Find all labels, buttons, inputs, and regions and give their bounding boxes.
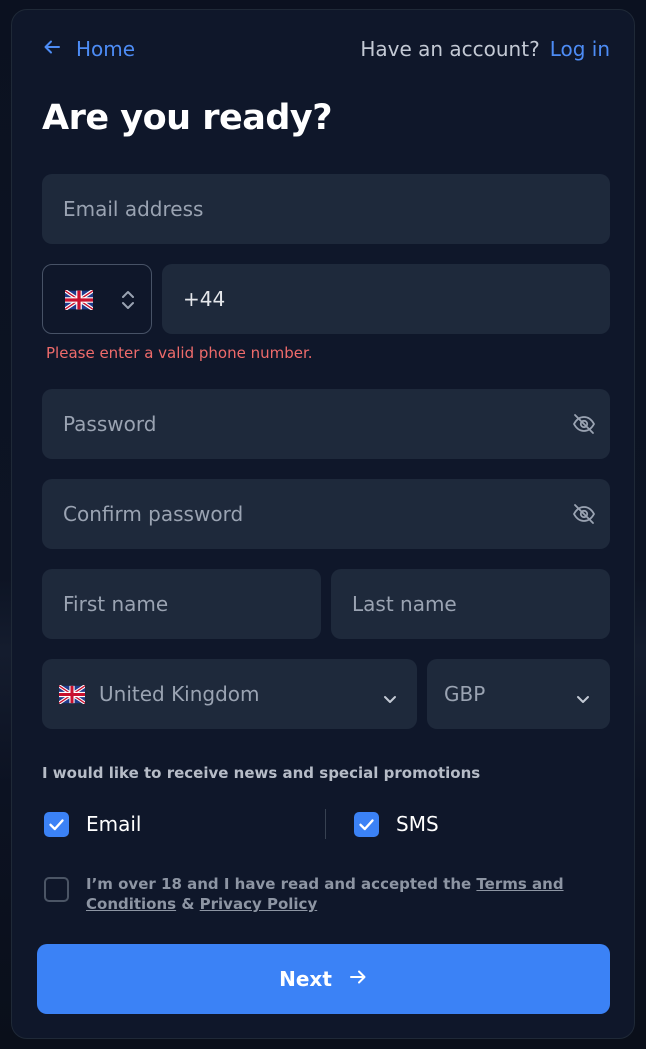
chevron-down-icon — [383, 687, 397, 703]
uk-flag-icon — [65, 290, 93, 310]
top-bar: Home Have an account? Log in — [42, 34, 610, 64]
next-button[interactable]: Next — [37, 944, 610, 1014]
password-field[interactable]: Password — [42, 389, 610, 459]
terms-checkbox[interactable] — [44, 877, 69, 902]
checkmark-icon — [49, 819, 64, 831]
country-select[interactable]: United Kingdom — [42, 659, 417, 729]
account-question: Have an account? — [360, 37, 540, 61]
account-prompt: Have an account? Log in — [360, 37, 610, 61]
last-name-field[interactable]: Last name — [331, 569, 610, 639]
country-value: United Kingdom — [99, 682, 260, 706]
email-promo-checkbox[interactable] — [44, 812, 69, 837]
chevron-down-icon — [576, 687, 590, 703]
terms-text: I’m over 18 and I have read and accepted… — [86, 874, 586, 914]
phone-error-message: Please enter a valid phone number. — [46, 344, 313, 362]
first-name-field[interactable]: First name — [42, 569, 321, 639]
uk-flag-icon — [59, 684, 85, 704]
phone-number-value: +44 — [183, 287, 226, 311]
phone-number-field[interactable]: +44 — [162, 264, 610, 334]
home-label: Home — [76, 37, 136, 61]
checkmark-icon — [359, 819, 374, 831]
page-title: Are you ready? — [42, 98, 333, 138]
arrow-left-icon — [42, 37, 62, 62]
sms-promo-checkbox[interactable] — [354, 812, 379, 837]
promotions-heading: I would like to receive news and special… — [42, 764, 481, 782]
confirm-password-field[interactable]: Confirm password — [42, 479, 610, 549]
email-field[interactable]: Email address — [42, 174, 610, 244]
first-name-placeholder: First name — [63, 592, 169, 616]
privacy-policy-link[interactable]: Privacy Policy — [200, 895, 318, 913]
email-placeholder: Email address — [63, 197, 204, 221]
eye-off-icon[interactable] — [572, 412, 596, 436]
arrow-right-icon — [348, 967, 368, 992]
confirm-password-placeholder: Confirm password — [63, 502, 244, 526]
sms-promo-label[interactable]: SMS — [396, 812, 439, 836]
next-label: Next — [279, 967, 332, 991]
chevron-up-down-icon — [121, 289, 135, 315]
terms-separator: & — [176, 895, 200, 913]
promo-divider — [325, 809, 326, 839]
email-promo-label[interactable]: Email — [86, 812, 142, 836]
phone-country-select[interactable] — [42, 264, 152, 334]
password-placeholder: Password — [63, 412, 157, 436]
last-name-placeholder: Last name — [352, 592, 457, 616]
terms-prefix: I’m over 18 and I have read and accepted… — [86, 875, 477, 893]
currency-value: GBP — [444, 682, 486, 706]
eye-off-icon[interactable] — [572, 502, 596, 526]
currency-select[interactable]: GBP — [427, 659, 610, 729]
login-link[interactable]: Log in — [550, 37, 610, 61]
home-link[interactable]: Home — [42, 37, 135, 62]
